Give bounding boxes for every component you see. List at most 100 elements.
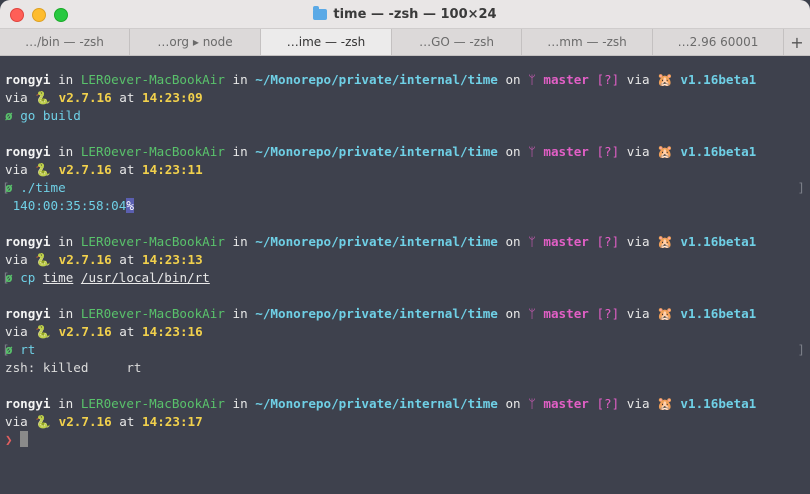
prompt-host: LER0ever-MacBookAir — [80, 234, 225, 249]
git-branch-icon: ᛘ — [528, 144, 544, 159]
tab-go[interactable]: …GO — -zsh — [392, 29, 522, 55]
prompt-time: 14:23:09 — [142, 90, 203, 105]
prompt-on: on — [497, 396, 529, 411]
command-text: go build — [20, 108, 81, 123]
prompt-via: via — [619, 396, 658, 411]
mark-bracket-left: [ — [2, 270, 10, 285]
prompt-branch: master — [543, 72, 589, 87]
tab-label: …mm — -zsh — [547, 35, 627, 49]
git-branch-icon: ᛘ — [528, 306, 544, 321]
tab-node[interactable]: …org ▸ node — [130, 29, 261, 55]
prompt-git-status: [?] — [596, 306, 620, 321]
prompt-in: in — [224, 234, 256, 249]
window-controls — [10, 8, 68, 22]
prompt-go-version: v1.16beta1 — [680, 72, 757, 87]
prompt-host: LER0ever-MacBookAir — [80, 144, 225, 159]
prompt-path: ~/Monorepo/private/internal/time — [255, 72, 498, 87]
terminal-content[interactable]: rongyi in LER0ever-MacBookAir in ~/Monor… — [0, 56, 810, 494]
plus-icon: + — [790, 32, 804, 52]
prompt-python-version: v2.7.16 — [58, 252, 112, 267]
output-line: zsh: killed rt — [5, 359, 805, 377]
prompt-line: rongyi in LER0ever-MacBookAir in ~/Monor… — [5, 395, 805, 413]
tab-label: …GO — -zsh — [419, 35, 494, 49]
prompt-line: rongyi in LER0ever-MacBookAir in ~/Monor… — [5, 305, 805, 323]
input-line[interactable]: ❯ — [5, 431, 805, 449]
mark-bracket-right: ] — [797, 342, 805, 357]
prompt-line-2: via 🐍 v2.7.16 at 14:23:16 — [5, 323, 805, 341]
window-title: time — -zsh — 100×24 — [333, 6, 497, 22]
title-bar[interactable]: time — -zsh — 100×24 — [0, 0, 810, 28]
tab-bar: …/bin — -zsh …org ▸ node …ime — -zsh …GO… — [0, 28, 810, 56]
folder-icon — [313, 5, 328, 20]
prompt-line-2: via 🐍 v2.7.16 at 14:23:17 — [5, 413, 805, 431]
prompt-in: in — [50, 72, 81, 87]
python-icon: 🐍 — [35, 90, 52, 105]
prompt-branch: master — [543, 234, 589, 249]
prompt-at: at — [111, 324, 143, 339]
go-gopher-icon: 🐹 — [657, 396, 673, 411]
prompt-python-version: v2.7.16 — [58, 162, 112, 177]
prompt-on: on — [497, 144, 529, 159]
git-branch-icon: ᛘ — [528, 234, 544, 249]
tab-bin[interactable]: …/bin — -zsh — [0, 29, 130, 55]
tab-label: …/bin — -zsh — [25, 35, 104, 49]
command-text: cp — [20, 270, 36, 285]
prompt-host: LER0ever-MacBookAir — [80, 306, 225, 321]
minimize-button[interactable] — [32, 8, 46, 22]
prompt-via: via — [5, 90, 36, 105]
prompt-branch: master — [543, 306, 589, 321]
prompt-line: rongyi in LER0ever-MacBookAir in ~/Monor… — [5, 71, 805, 89]
close-button[interactable] — [10, 8, 24, 22]
command-line: [ø ./time] — [2, 179, 805, 197]
prompt-at: at — [111, 252, 143, 267]
git-branch-icon: ᛘ — [528, 396, 544, 411]
go-gopher-icon: 🐹 — [657, 144, 673, 159]
command-text: ./time — [20, 180, 66, 195]
tab-port[interactable]: …2.96 60001 — [653, 29, 784, 55]
prompt-go-version: v1.16beta1 — [680, 144, 757, 159]
prompt-time: 14:23:17 — [142, 414, 203, 429]
prompt-branch: master — [543, 144, 589, 159]
command-arg[interactable]: /usr/local/bin/rt — [81, 270, 210, 285]
prompt-via: via — [619, 234, 658, 249]
zoom-button[interactable] — [54, 8, 68, 22]
tab-label: …2.96 60001 — [677, 35, 759, 49]
tab-label: …org ▸ node — [157, 35, 233, 49]
tab-label: …ime — -zsh — [286, 35, 366, 49]
mark-bracket-left: [ — [2, 342, 10, 357]
prompt-path: ~/Monorepo/private/internal/time — [255, 306, 498, 321]
prompt-on: on — [497, 72, 529, 87]
prompt-git-status: [?] — [596, 396, 620, 411]
prompt-host: LER0ever-MacBookAir — [80, 72, 225, 87]
command-arg[interactable]: time — [43, 270, 73, 285]
prompt-path: ~/Monorepo/private/internal/time — [255, 396, 498, 411]
prompt-via: via — [5, 162, 36, 177]
prompt-via: via — [619, 72, 658, 87]
python-icon: 🐍 — [35, 162, 52, 177]
mark-bracket-right: ] — [797, 180, 805, 195]
command-line: [ø cp time /usr/local/bin/rt — [2, 269, 805, 287]
prompt-in: in — [50, 144, 81, 159]
command-line: [ø rt] — [2, 341, 805, 359]
prompt-go-version: v1.16beta1 — [680, 234, 757, 249]
output-text: zsh: killed rt — [5, 360, 142, 375]
prompt-host: LER0ever-MacBookAir — [80, 396, 225, 411]
prompt-via: via — [5, 414, 36, 429]
tab-time[interactable]: …ime — -zsh — [261, 29, 392, 55]
prompt-go-version: v1.16beta1 — [680, 306, 757, 321]
python-icon: 🐍 — [35, 414, 52, 429]
prompt-in: in — [224, 396, 256, 411]
prompt-via: via — [5, 324, 36, 339]
prompt-line-2: via 🐍 v2.7.16 at 14:23:13 — [5, 251, 805, 269]
go-gopher-icon: 🐹 — [657, 306, 673, 321]
output-line: 140:00:35:58:04% — [5, 197, 805, 215]
new-tab-button[interactable]: + — [784, 29, 810, 55]
prompt-in: in — [224, 72, 256, 87]
python-icon: 🐍 — [35, 252, 52, 267]
prompt-via: via — [619, 306, 658, 321]
tab-mm[interactable]: …mm — -zsh — [522, 29, 653, 55]
selected-text[interactable]: % — [126, 198, 134, 213]
success-icon: ø — [5, 108, 13, 123]
